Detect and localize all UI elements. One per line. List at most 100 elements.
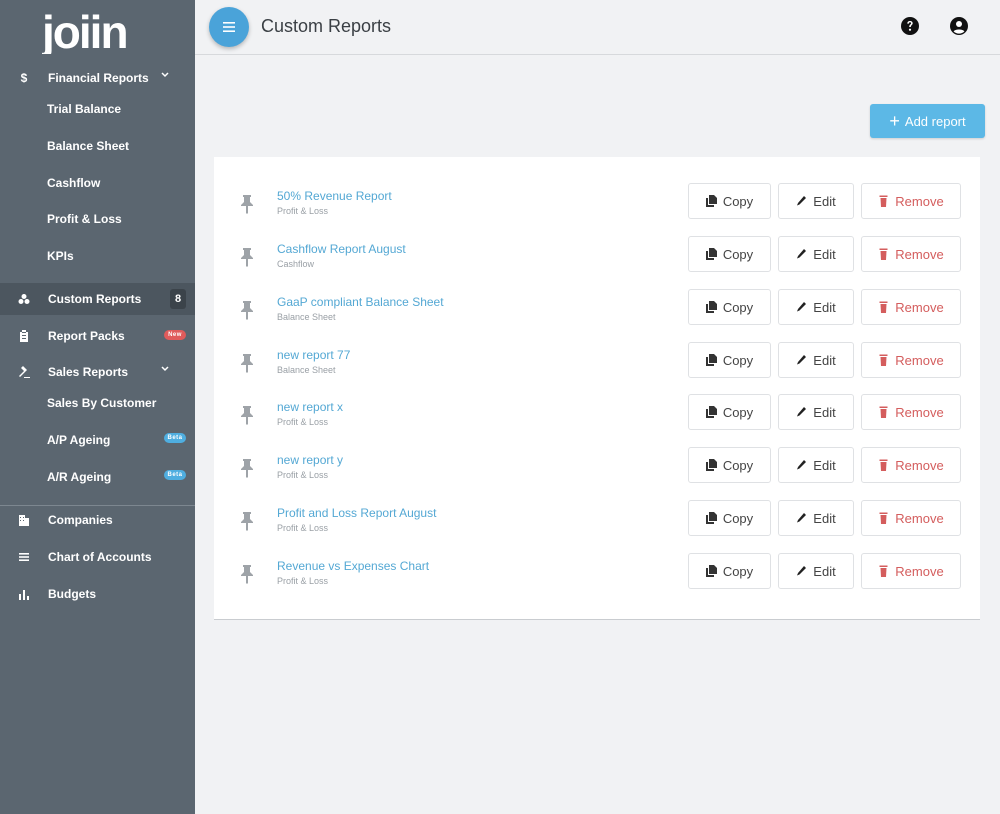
bar-chart-icon	[0, 588, 48, 600]
sidebar-item-financial-reports[interactable]: $ Financial Reports	[0, 60, 195, 96]
remove-label: Remove	[895, 404, 944, 420]
chevron-down-icon[interactable]	[160, 70, 170, 80]
report-type: Profit & Loss	[277, 417, 329, 427]
remove-label: Remove	[895, 246, 944, 262]
copy-label: Copy	[722, 404, 754, 420]
pin-icon[interactable]	[239, 405, 255, 425]
remove-button[interactable]: Remove	[861, 289, 961, 325]
report-name-link[interactable]: Cashflow Report August	[277, 242, 406, 256]
pin-icon[interactable]	[239, 564, 255, 584]
remove-button[interactable]: Remove	[861, 553, 961, 589]
report-name-link[interactable]: new report y	[277, 453, 343, 467]
edit-button[interactable]: Edit	[778, 289, 854, 325]
sidebar-item-profit-loss[interactable]: Profit & Loss	[47, 212, 122, 226]
trash-icon	[879, 195, 888, 207]
report-name-link[interactable]: Profit and Loss Report August	[277, 506, 436, 520]
report-type: Balance Sheet	[277, 312, 336, 322]
copy-button[interactable]: Copy	[688, 342, 771, 378]
copy-icon	[705, 565, 717, 577]
remove-button[interactable]: Remove	[861, 342, 961, 378]
report-row: new report x Profit & Loss Copy Edit Rem…	[214, 394, 980, 447]
edit-label: Edit	[813, 299, 836, 315]
remove-button[interactable]: Remove	[861, 236, 961, 272]
dollar-icon: $	[20, 71, 28, 85]
sidebar-item-label: Budgets	[48, 587, 96, 601]
sidebar-item-label: Companies	[48, 513, 113, 527]
edit-button[interactable]: Edit	[778, 342, 854, 378]
sidebar-item-trial-balance[interactable]: Trial Balance	[47, 102, 121, 116]
page-title: Custom Reports	[261, 16, 392, 36]
copy-label: Copy	[722, 457, 754, 473]
sidebar-item-companies[interactable]: Companies	[0, 502, 195, 538]
pin-icon[interactable]	[239, 353, 255, 373]
copy-button[interactable]: Copy	[688, 447, 771, 483]
report-type: Profit & Loss	[277, 206, 329, 216]
sidebar-item-custom-reports[interactable]: Custom Reports	[0, 281, 195, 317]
remove-button[interactable]: Remove	[861, 500, 961, 536]
copy-button[interactable]: Copy	[688, 500, 771, 536]
report-name-link[interactable]: Revenue vs Expenses Chart	[277, 559, 429, 573]
copy-button[interactable]: Copy	[688, 183, 771, 219]
report-name-link[interactable]: GaaP compliant Balance Sheet	[277, 295, 444, 309]
report-type: Profit & Loss	[277, 470, 329, 480]
report-type: Balance Sheet	[277, 365, 336, 375]
pin-icon[interactable]	[239, 511, 255, 531]
add-report-label: Add report	[904, 113, 966, 129]
report-name-link[interactable]: 50% Revenue Report	[277, 189, 392, 203]
pin-icon[interactable]	[239, 194, 255, 214]
sidebar-item-sales-by-customer[interactable]: Sales By Customer	[47, 396, 156, 410]
help-icon[interactable]	[900, 16, 920, 36]
copy-button[interactable]: Copy	[688, 289, 771, 325]
sidebar-item-kpis[interactable]: KPIs	[47, 249, 74, 263]
hamburger-icon	[223, 22, 235, 32]
edit-button[interactable]: Edit	[778, 394, 854, 430]
copy-button[interactable]: Copy	[688, 394, 771, 430]
edit-button[interactable]: Edit	[778, 500, 854, 536]
remove-button[interactable]: Remove	[861, 447, 961, 483]
cubes-icon	[0, 293, 48, 305]
gavel-icon	[0, 366, 48, 378]
report-row: 50% Revenue Report Profit & Loss Copy Ed…	[214, 183, 980, 236]
edit-button[interactable]: Edit	[778, 553, 854, 589]
remove-label: Remove	[895, 510, 944, 526]
remove-button[interactable]: Remove	[861, 394, 961, 430]
account-icon[interactable]	[949, 16, 969, 36]
edit-label: Edit	[813, 246, 836, 262]
copy-label: Copy	[722, 352, 754, 368]
copy-label: Copy	[722, 246, 754, 262]
sidebar-item-cashflow[interactable]: Cashflow	[47, 176, 100, 190]
pin-icon[interactable]	[239, 458, 255, 478]
sidebar-item-budgets[interactable]: Budgets	[0, 576, 195, 612]
pin-icon[interactable]	[239, 300, 255, 320]
sidebar-item-label: Report Packs	[48, 329, 125, 343]
sidebar-item-sales-reports[interactable]: Sales Reports	[0, 354, 195, 390]
edit-button[interactable]: Edit	[778, 447, 854, 483]
joiin-logo[interactable]: joiin	[42, 8, 154, 54]
report-name-link[interactable]: new report 77	[277, 348, 350, 362]
plus-icon: +	[889, 111, 900, 131]
copy-icon	[705, 459, 717, 471]
sidebar-item-chart-of-accounts[interactable]: Chart of Accounts	[0, 539, 195, 575]
sidebar-item-label: Sales Reports	[48, 365, 129, 379]
trash-icon	[879, 406, 888, 418]
report-type: Profit & Loss	[277, 576, 329, 586]
add-report-button[interactable]: + Add report	[870, 104, 985, 138]
menu-button[interactable]	[209, 7, 249, 47]
svg-text:joiin: joiin	[42, 8, 127, 54]
edit-button[interactable]: Edit	[778, 236, 854, 272]
sidebar-item-ar-ageing[interactable]: A/R Ageing	[47, 470, 111, 484]
remove-label: Remove	[895, 457, 944, 473]
copy-button[interactable]: Copy	[688, 553, 771, 589]
sidebar-item-ap-ageing[interactable]: A/P Ageing	[47, 433, 110, 447]
report-name-link[interactable]: new report x	[277, 400, 343, 414]
clipboard-icon	[0, 330, 48, 342]
sidebar: joiin $ Financial Reports Trial Balance …	[0, 0, 195, 814]
edit-button[interactable]: Edit	[778, 183, 854, 219]
beta-badge: Beta	[164, 433, 186, 443]
chevron-down-icon[interactable]	[160, 364, 170, 374]
trash-icon	[879, 248, 888, 260]
copy-button[interactable]: Copy	[688, 236, 771, 272]
remove-button[interactable]: Remove	[861, 183, 961, 219]
sidebar-item-balance-sheet[interactable]: Balance Sheet	[47, 139, 129, 153]
pin-icon[interactable]	[239, 247, 255, 267]
